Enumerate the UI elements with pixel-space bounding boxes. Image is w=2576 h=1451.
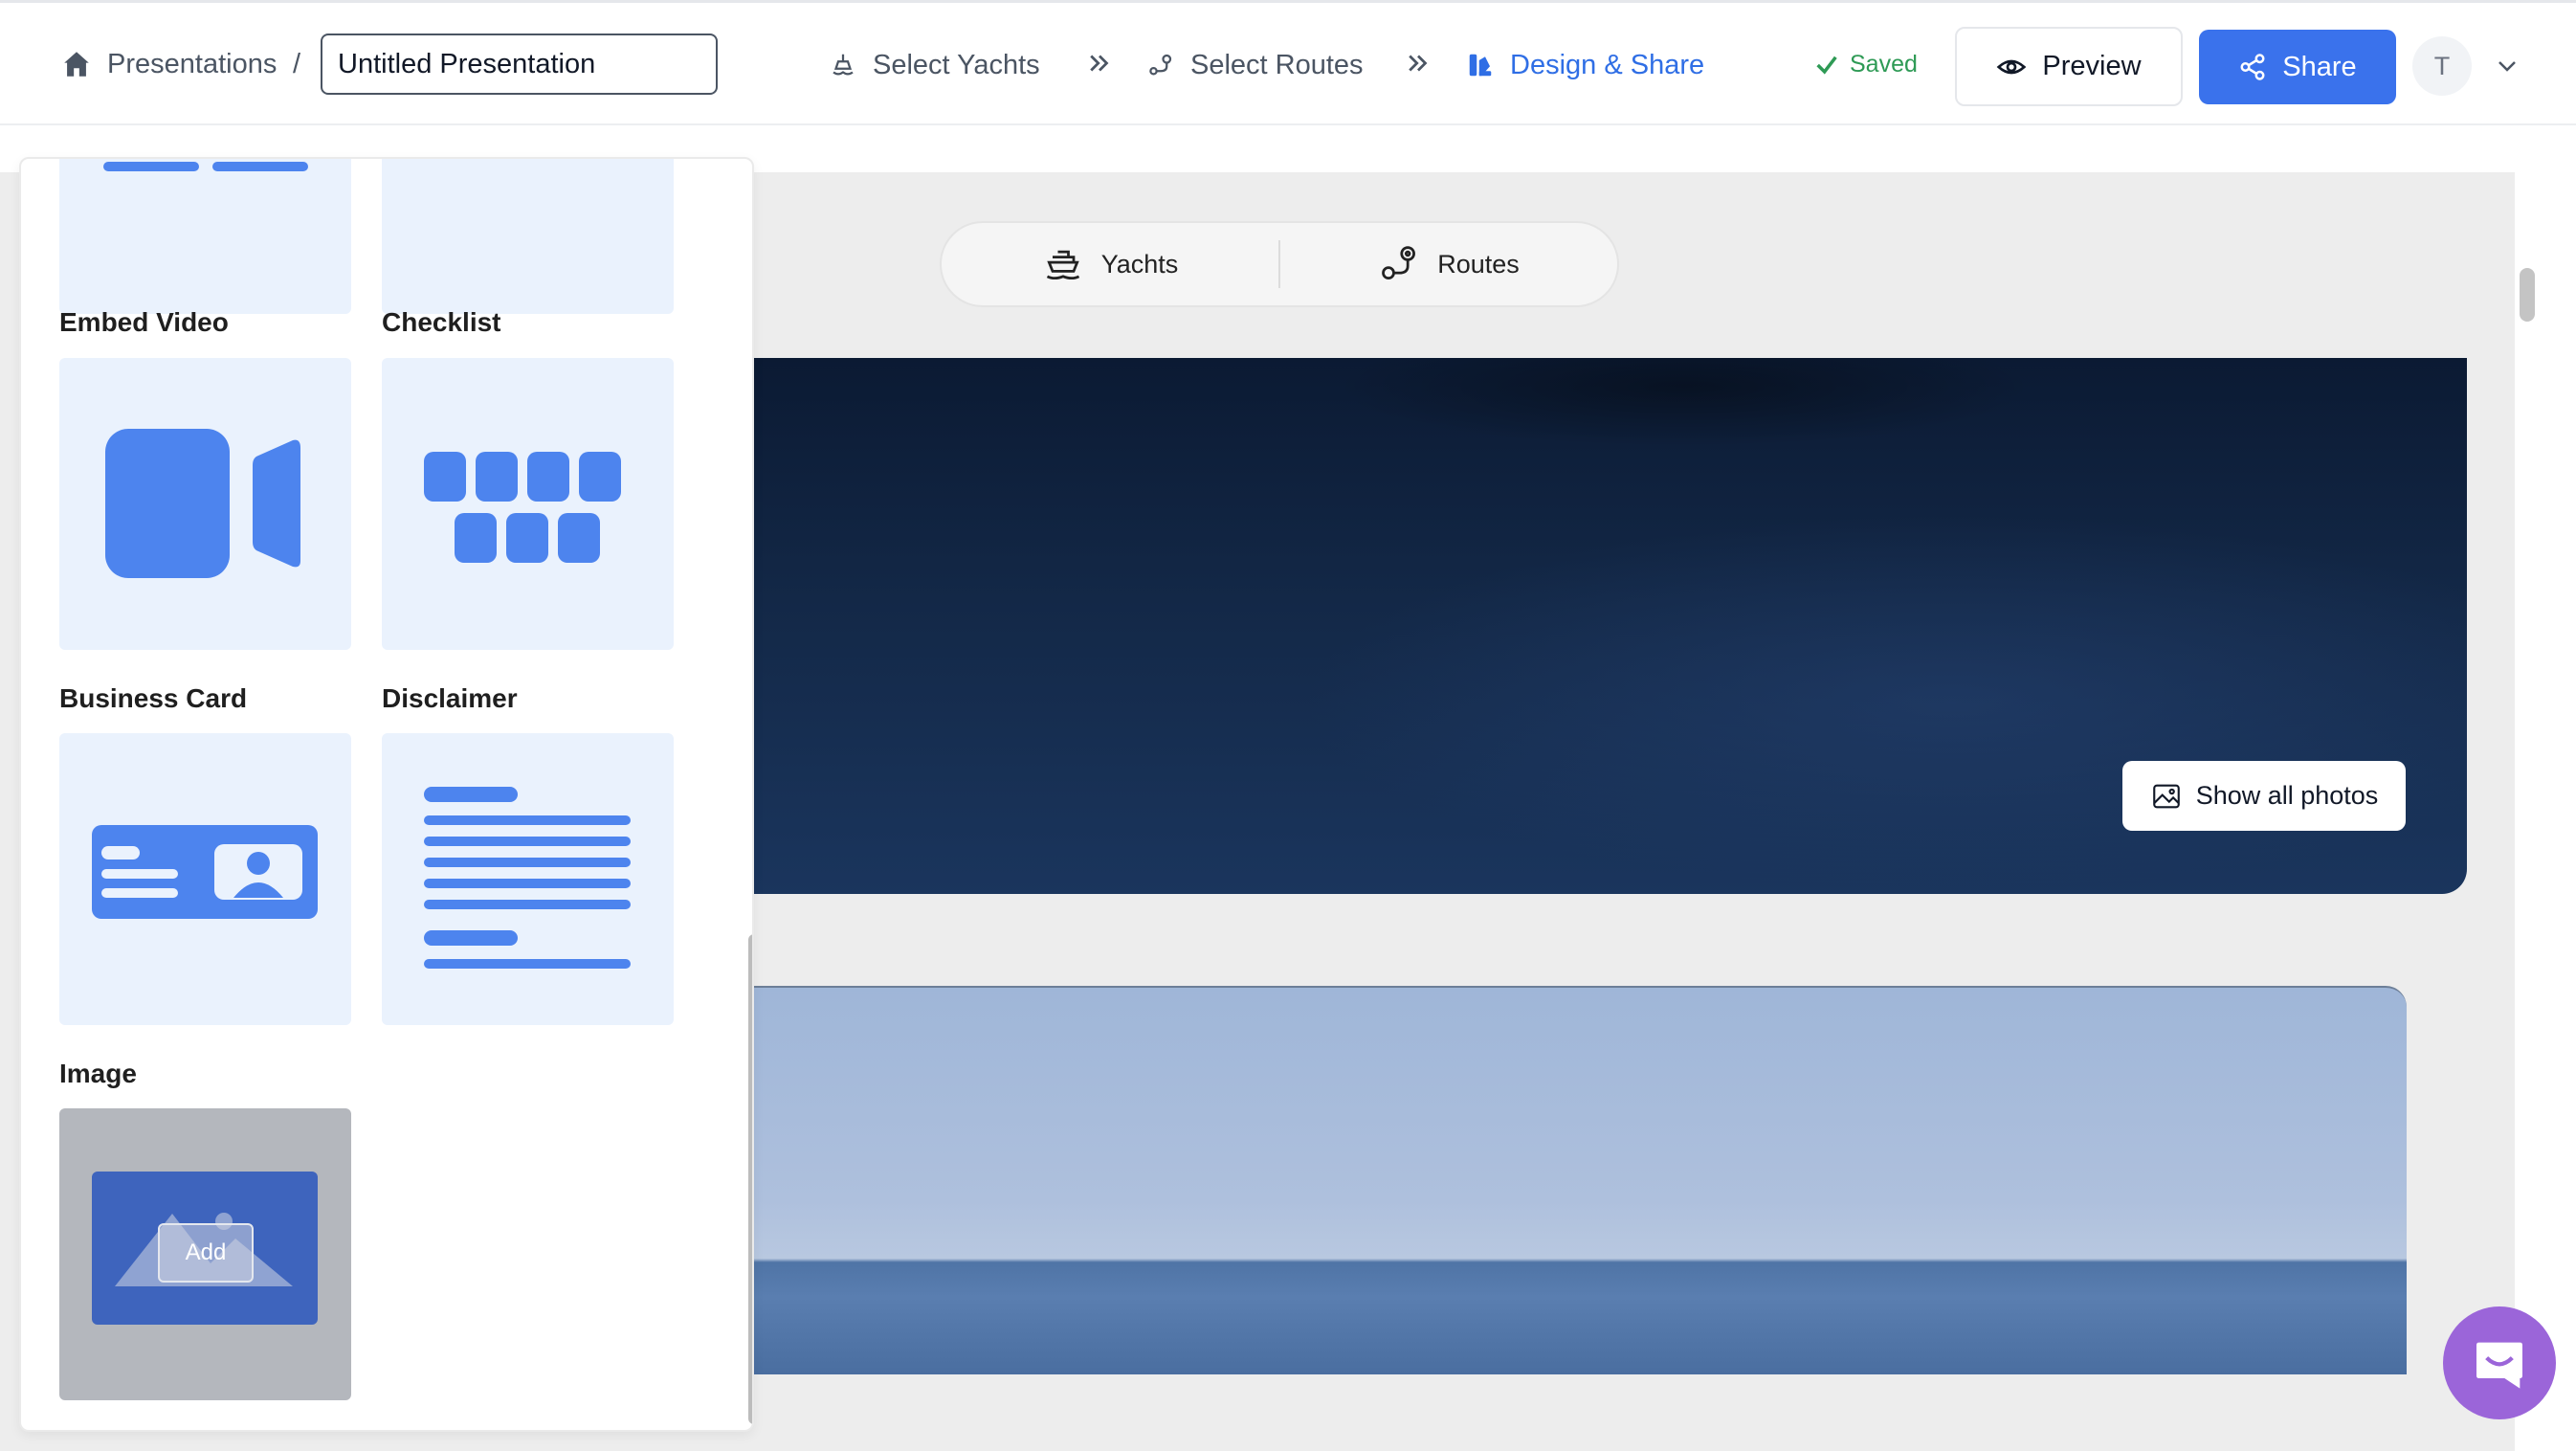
show-all-photos-button[interactable]: Show all photos <box>2122 761 2406 831</box>
share-label: Share <box>2282 51 2357 82</box>
business-card-icon <box>92 825 318 919</box>
add-image-overlay[interactable]: Add <box>158 1223 254 1283</box>
tab-yachts[interactable]: Yachts <box>942 223 1278 305</box>
chat-icon <box>2476 1342 2522 1389</box>
canvas-scrollbar[interactable] <box>2515 172 2576 1451</box>
home-icon[interactable] <box>59 48 94 80</box>
block-embed-video[interactable] <box>59 358 351 650</box>
saved-status: Saved <box>1813 51 1918 78</box>
eye-icon <box>1997 59 2027 74</box>
disclaimer-icon <box>424 787 631 969</box>
route-sea-photo[interactable] <box>708 986 2407 1374</box>
preview-label: Preview <box>2042 51 2142 81</box>
step-label: Design & Share <box>1510 49 1705 80</box>
block-tile-partial[interactable] <box>59 159 351 314</box>
block-image[interactable]: Add <box>59 1108 351 1400</box>
preview-button[interactable]: Preview <box>1955 27 2183 106</box>
step-label: Select Yachts <box>873 49 1040 80</box>
yacht-icon <box>1046 250 1079 280</box>
canvas-scrollbar-thumb[interactable] <box>2520 268 2535 322</box>
step-select-yachts[interactable]: Select Yachts <box>829 49 1040 81</box>
tile-bar <box>212 162 308 171</box>
add-image-label: Add <box>185 1239 227 1265</box>
chevron-down-icon[interactable] <box>2496 56 2519 76</box>
route-icon <box>1149 54 1172 76</box>
design-icon <box>1469 54 1492 77</box>
block-business-card[interactable] <box>59 733 351 1025</box>
block-label-checklist: Checklist <box>382 307 501 337</box>
yacht-icon <box>833 54 854 76</box>
video-icon <box>105 429 300 578</box>
share-icon <box>2240 54 2265 80</box>
breadcrumb-separator: / <box>293 49 301 79</box>
tab-routes[interactable]: Routes <box>1280 223 1617 305</box>
chevron-double-right-icon <box>1409 55 1428 72</box>
saved-label: Saved <box>1850 51 1918 78</box>
tab-label: Yachts <box>1100 249 1179 279</box>
show-all-photos-label: Show all photos <box>2195 781 2379 810</box>
presentation-title-input[interactable] <box>321 33 718 95</box>
block-library-panel: Embed Video Checklist Business Card Disc… <box>19 157 754 1432</box>
top-bar: Presentations / Select Yachts Select Rou… <box>0 3 2576 125</box>
panel-scrollbar-thumb[interactable] <box>748 934 752 1424</box>
tab-label: Routes <box>1437 249 1520 279</box>
step-label: Select Routes <box>1190 49 1364 80</box>
chat-widget-button[interactable] <box>2443 1306 2556 1419</box>
chevron-double-right-icon <box>1090 55 1109 72</box>
avatar[interactable]: T <box>2412 36 2472 96</box>
step-select-routes[interactable]: Select Routes <box>1146 49 1364 81</box>
check-icon <box>1816 56 1837 75</box>
block-checklist[interactable] <box>382 358 674 650</box>
section-tabs: Yachts Routes <box>940 221 1619 307</box>
block-label-image: Image <box>59 1059 137 1088</box>
block-tile-partial[interactable] <box>382 159 674 314</box>
block-label-business-card: Business Card <box>59 683 248 713</box>
breadcrumb-presentations[interactable]: Presentations <box>107 48 277 80</box>
share-button[interactable]: Share <box>2199 30 2396 104</box>
step-design-share[interactable]: Design & Share <box>1466 49 1704 81</box>
tile-bar <box>103 162 199 171</box>
block-label-embed-video: Embed Video <box>59 307 229 337</box>
image-icon <box>2152 784 2180 808</box>
checklist-icon <box>424 452 621 563</box>
block-disclaimer[interactable] <box>382 733 674 1025</box>
route-icon <box>1382 246 1416 280</box>
block-label-disclaimer: Disclaimer <box>382 683 518 713</box>
